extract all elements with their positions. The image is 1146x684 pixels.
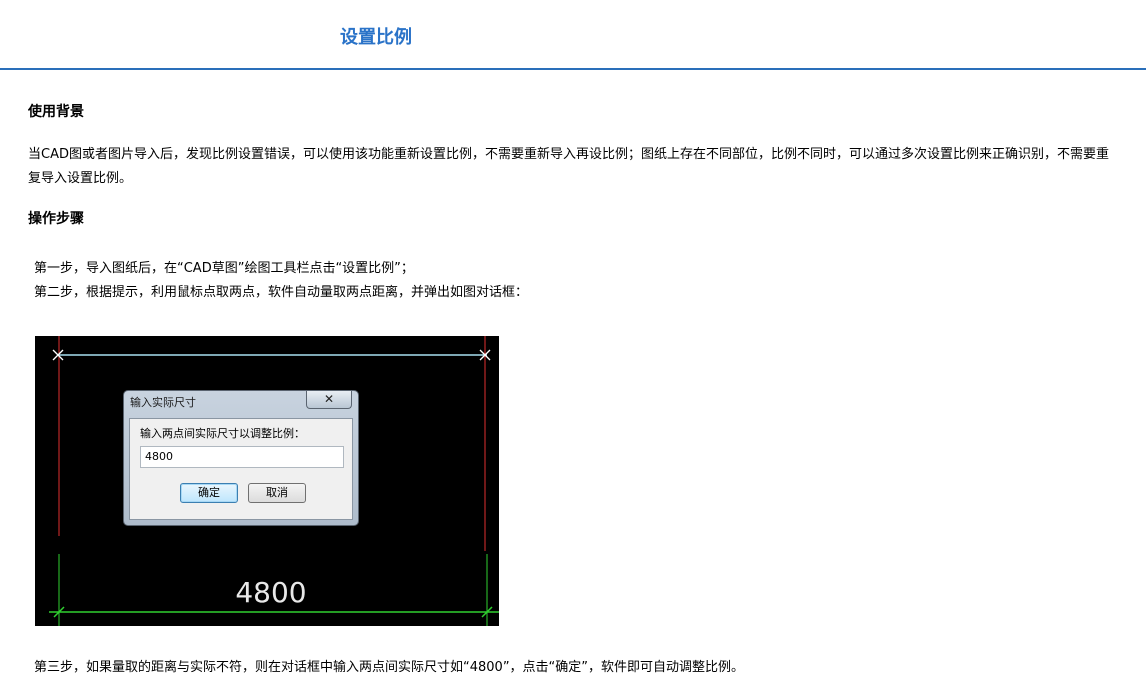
dimension-input[interactable]: 4800 <box>140 446 344 468</box>
section-heading-steps: 操作步骤 <box>28 211 84 227</box>
step-3-text: 第三步，如果量取的距离与实际不符，则在对话框中输入两点间实际尺寸如“4800”，… <box>34 660 745 675</box>
dimension-text: 4800 <box>235 576 306 609</box>
dialog-title: 输入实际尺寸 <box>130 396 196 409</box>
step-1-text: 第一步，导入图纸后，在“CAD草图”绘图工具栏点击“设置比例”； <box>34 261 414 276</box>
page-header: 设置比例 <box>0 0 1146 70</box>
ok-button[interactable]: 确定 <box>180 483 238 503</box>
page-title: 设置比例 <box>340 27 412 48</box>
scale-dialog: 输入实际尺寸 ✕ 输入两点间实际尺寸以调整比例： 4800 确定 取消 <box>123 390 359 526</box>
cancel-button[interactable]: 取消 <box>248 483 306 503</box>
background-paragraph: 当CAD图或者图片导入后，发现比例设置错误，可以使用该功能重新设置比例，不需要重… <box>28 147 1109 186</box>
dialog-close-button[interactable]: ✕ <box>306 391 352 409</box>
cad-screenshot: 4800 输入实际尺寸 ✕ 输入两点间实际尺寸以调整比例： 4800 确定 取消 <box>35 336 499 626</box>
step-2-text: 第二步，根据提示，利用鼠标点取两点，软件自动量取两点距离，并弹出如图对话框： <box>34 285 529 300</box>
section-heading-background: 使用背景 <box>28 104 84 120</box>
dialog-prompt: 输入两点间实际尺寸以调整比例： <box>140 427 305 440</box>
dialog-body: 输入两点间实际尺寸以调整比例： 4800 确定 取消 <box>129 418 353 520</box>
